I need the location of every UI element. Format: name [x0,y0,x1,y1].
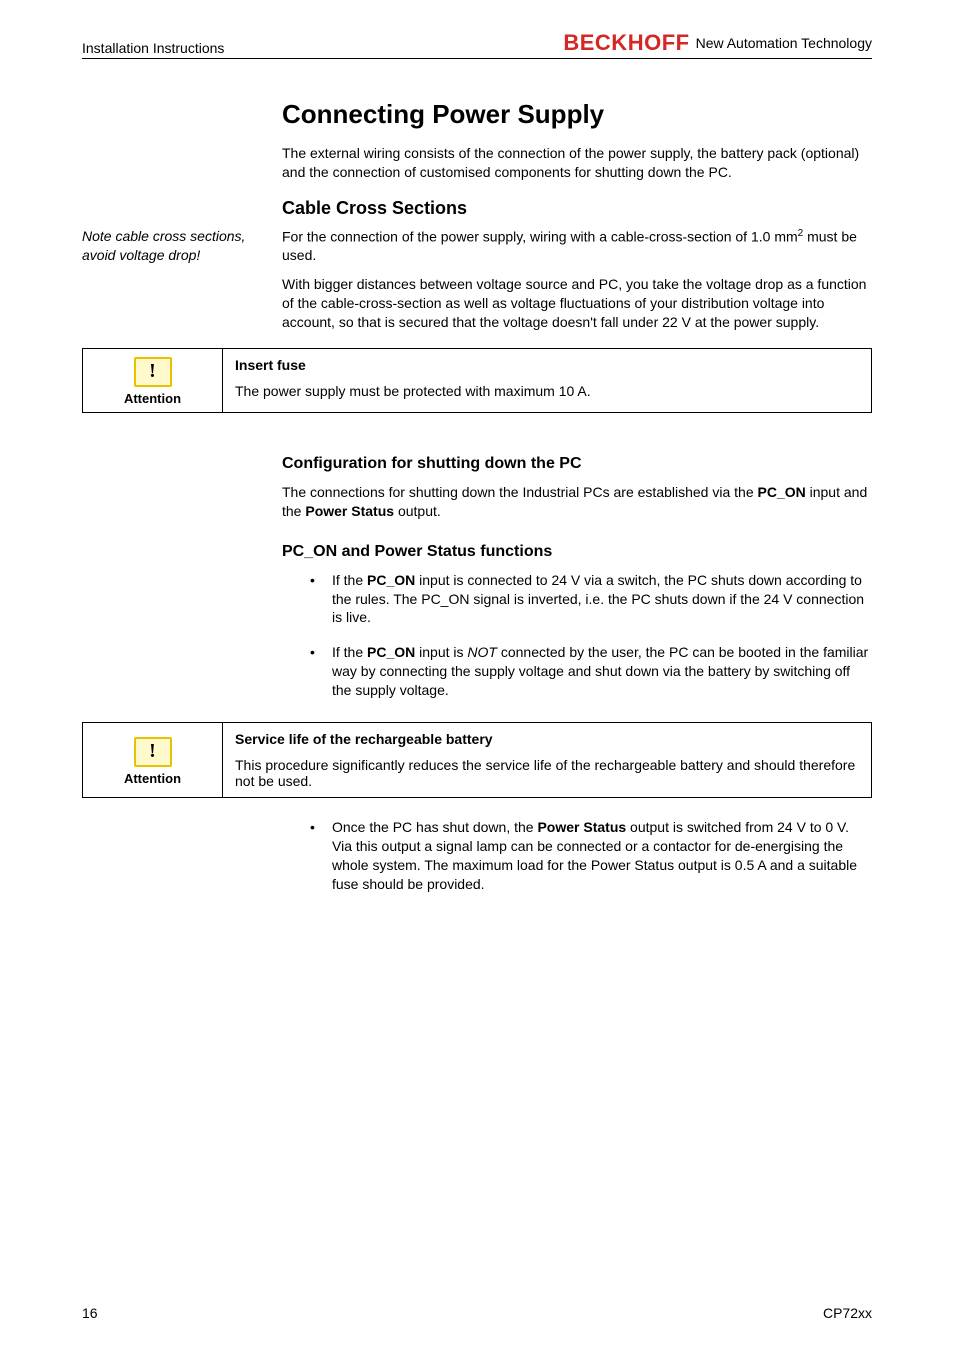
attention2-body-col: Service life of the rechargeable battery… [223,723,871,797]
attention-body-col: Insert fuse The power supply must be pro… [223,349,871,412]
final-b-bold: Power Status [537,819,626,835]
brand-subtext: New Automation Technology [696,35,872,51]
config-heading: Configuration for shutting down the PC [282,455,872,473]
attention2-title: Service life of the rechargeable battery [235,731,859,747]
config-p1-bold1: PC_ON [758,484,806,500]
attention-service-life: ! Attention Service life of the recharge… [82,722,872,798]
final-list: Once the PC has shut down, the Power Sta… [282,818,872,894]
attention1-title: Insert fuse [235,357,859,373]
brand-text: BECKHOFF [563,30,689,56]
pcon-bullet-1: If the PC_ON input is connected to 24 V … [310,571,872,628]
attention2-label: Attention [124,771,181,786]
attention-icon-col: ! Attention [83,349,223,412]
attention2-icon-col: ! Attention [83,723,223,797]
final-bullet: Once the PC has shut down, the Power Sta… [310,818,872,894]
pcon-b1-bold: PC_ON [367,572,415,588]
cable-side-note: Note cable cross sections, avoid voltage… [82,227,282,342]
cable-p2: With bigger distances between voltage so… [282,275,872,332]
intro-paragraph: The external wiring consists of the conn… [282,144,872,182]
cable-heading: Cable Cross Sections [282,198,872,219]
attention1-body: The power supply must be protected with … [235,383,859,399]
exclamation-icon: ! [149,360,156,383]
pcon-list: If the PC_ON input is connected to 24 V … [282,571,872,700]
page-header: Installation Instructions BECKHOFF New A… [82,30,872,59]
page-title: Connecting Power Supply [282,99,872,130]
pcon-b2-b: input is [415,644,467,660]
page-number: 16 [82,1305,98,1321]
cable-p1: For the connection of the power supply, … [282,227,872,265]
warning-icon: ! [134,357,172,387]
warning-icon: ! [134,737,172,767]
config-p1-a: The connections for shutting down the In… [282,484,758,500]
pcon-b2-ital: NOT [467,644,497,660]
pcon-bullet-2: If the PC_ON input is NOT connected by t… [310,643,872,700]
pcon-b2-bold: PC_ON [367,644,415,660]
header-left-text: Installation Instructions [82,40,224,56]
config-p1: The connections for shutting down the In… [282,483,872,521]
cable-p1-a: For the connection of the power supply, … [282,228,798,244]
header-logo: BECKHOFF New Automation Technology [563,30,872,56]
pcon-b2-a: If the [332,644,367,660]
page-footer: 16 CP72xx [82,1305,872,1321]
attention-insert-fuse: ! Attention Insert fuse The power supply… [82,348,872,413]
config-p1-bold2: Power Status [305,503,394,519]
exclamation-icon: ! [149,740,156,763]
attention2-body: This procedure significantly reduces the… [235,757,859,789]
attention-label: Attention [124,391,181,406]
pcon-heading: PC_ON and Power Status functions [282,543,872,561]
doc-id: CP72xx [823,1305,872,1321]
final-b-a: Once the PC has shut down, the [332,819,537,835]
pcon-b1-a: If the [332,572,367,588]
config-p1-end: output. [394,503,441,519]
